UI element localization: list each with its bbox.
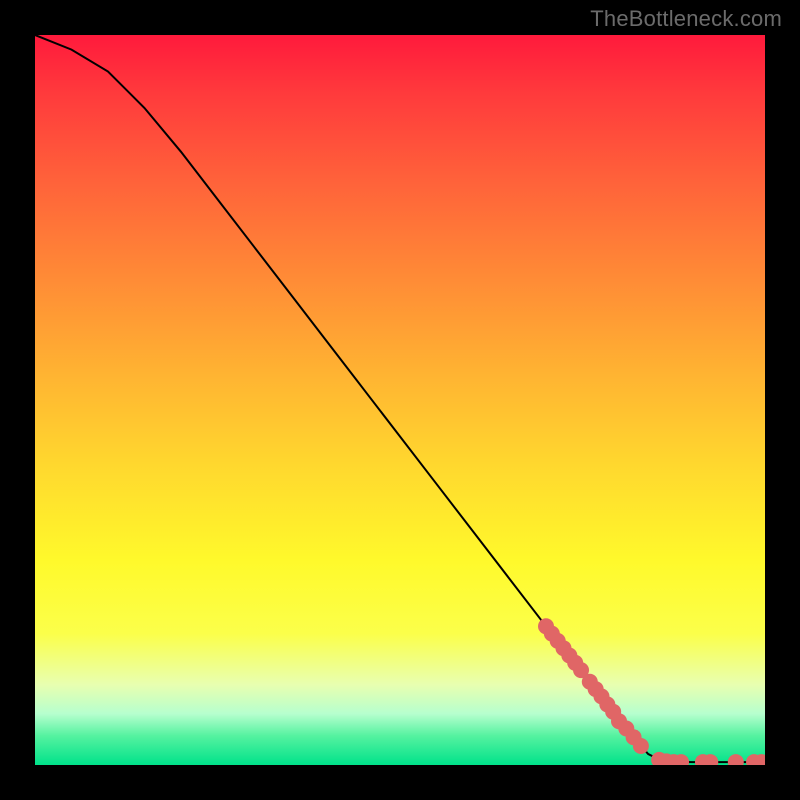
data-point bbox=[633, 738, 649, 754]
data-point bbox=[728, 754, 744, 765]
plot-area bbox=[35, 35, 765, 765]
attribution-label: TheBottleneck.com bbox=[590, 6, 782, 32]
bottleneck-curve bbox=[35, 35, 765, 762]
chart-frame: TheBottleneck.com bbox=[0, 0, 800, 800]
highlight-dots bbox=[538, 618, 765, 765]
chart-svg bbox=[35, 35, 765, 765]
